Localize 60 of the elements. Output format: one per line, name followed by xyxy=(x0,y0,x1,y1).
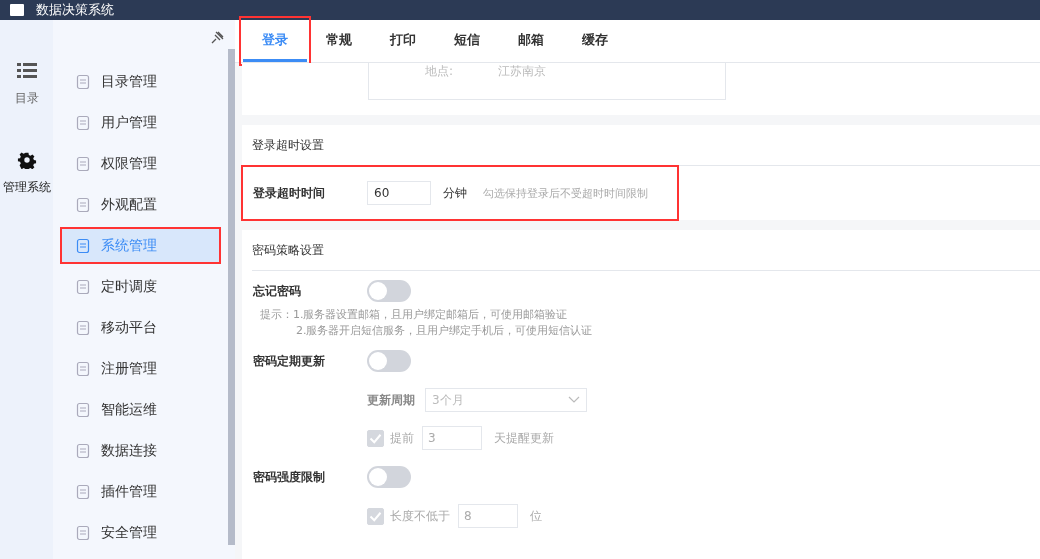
section-heading: 登录超时设置 xyxy=(252,125,1040,166)
field-label: 地点: xyxy=(425,63,454,80)
menu-icon xyxy=(75,196,91,213)
unit-label: 位 xyxy=(530,507,542,525)
sidebar-item[interactable]: 数据连接 xyxy=(53,430,228,471)
menu-icon xyxy=(75,401,91,418)
menu-icon xyxy=(75,237,91,254)
tab[interactable]: 常规 xyxy=(307,20,371,62)
field-label: 登录超时时间 xyxy=(253,184,326,202)
tip-text: 2.服务器开启短信服务，且用户绑定手机后，可使用短信认证 xyxy=(295,323,594,339)
pin-icon[interactable] xyxy=(211,30,225,44)
unit-label: 分钟 xyxy=(443,184,467,202)
sidebar-item[interactable]: 用户管理 xyxy=(53,102,228,143)
menu-icon xyxy=(75,278,91,295)
list-icon xyxy=(16,62,37,80)
unit-label: 天提醒更新 xyxy=(494,429,554,447)
settings-icon xyxy=(16,151,37,169)
menu-icon xyxy=(75,114,91,131)
field-value: 江苏南京 xyxy=(498,63,547,80)
sidebar-item[interactable]: 注册管理 xyxy=(53,348,228,389)
sidebar-item[interactable]: 移动平台 xyxy=(53,307,228,348)
field-label: 密码强度限制 xyxy=(253,468,326,486)
menu-icon xyxy=(75,524,91,541)
menu-icon xyxy=(75,73,91,90)
sidebar-item[interactable]: 插件管理 xyxy=(53,471,228,512)
field-label: 密码定期更新 xyxy=(253,352,326,370)
logo-icon xyxy=(10,4,24,16)
menu-icon xyxy=(75,360,91,377)
checkbox[interactable] xyxy=(367,429,384,447)
checkbox[interactable] xyxy=(367,507,384,525)
input-field[interactable]: 60 xyxy=(367,181,431,205)
hint-text: 勾选保持登录后不受超时时间限制 xyxy=(483,185,648,201)
sidebar-item[interactable]: 定时调度 xyxy=(53,266,228,307)
menu-icon xyxy=(75,319,91,336)
section-heading: 密码策略设置 xyxy=(252,230,1040,271)
toggle-switch[interactable] xyxy=(367,350,411,372)
chevron-down-icon xyxy=(568,396,580,404)
rail-item[interactable]: 目录 xyxy=(14,62,39,107)
sidebar-item[interactable]: 安全管理 xyxy=(53,512,228,553)
scrollbar[interactable] xyxy=(228,49,235,545)
sidebar-item[interactable]: 外观配置 xyxy=(53,184,228,225)
menu-icon xyxy=(75,155,91,172)
menu-icon xyxy=(75,483,91,500)
app-title: 数据决策系统 xyxy=(36,1,114,19)
field-label: 忘记密码 xyxy=(253,282,302,300)
checkbox-label: 提前 xyxy=(390,429,414,447)
tip-text: 提示：1.服务器设置邮箱，且用户绑定邮箱后，可使用邮箱验证 xyxy=(260,307,569,323)
toggle-switch[interactable] xyxy=(367,466,411,488)
sidebar-item[interactable]: 目录管理 xyxy=(53,61,228,102)
rail-item[interactable]: 管理系统 xyxy=(2,151,51,196)
field-label: 更新周期 xyxy=(367,391,416,409)
tab[interactable]: 邮箱 xyxy=(499,20,563,62)
toggle-switch[interactable] xyxy=(367,280,411,302)
tab[interactable]: 短信 xyxy=(435,20,499,62)
sidebar-item[interactable]: 智能运维 xyxy=(53,389,228,430)
sidebar-item[interactable]: 权限管理 xyxy=(53,143,228,184)
menu-icon xyxy=(75,442,91,459)
checkbox-label: 长度不低于 xyxy=(390,507,450,525)
tab[interactable]: 打印 xyxy=(371,20,435,62)
tab[interactable]: 缓存 xyxy=(563,20,627,62)
